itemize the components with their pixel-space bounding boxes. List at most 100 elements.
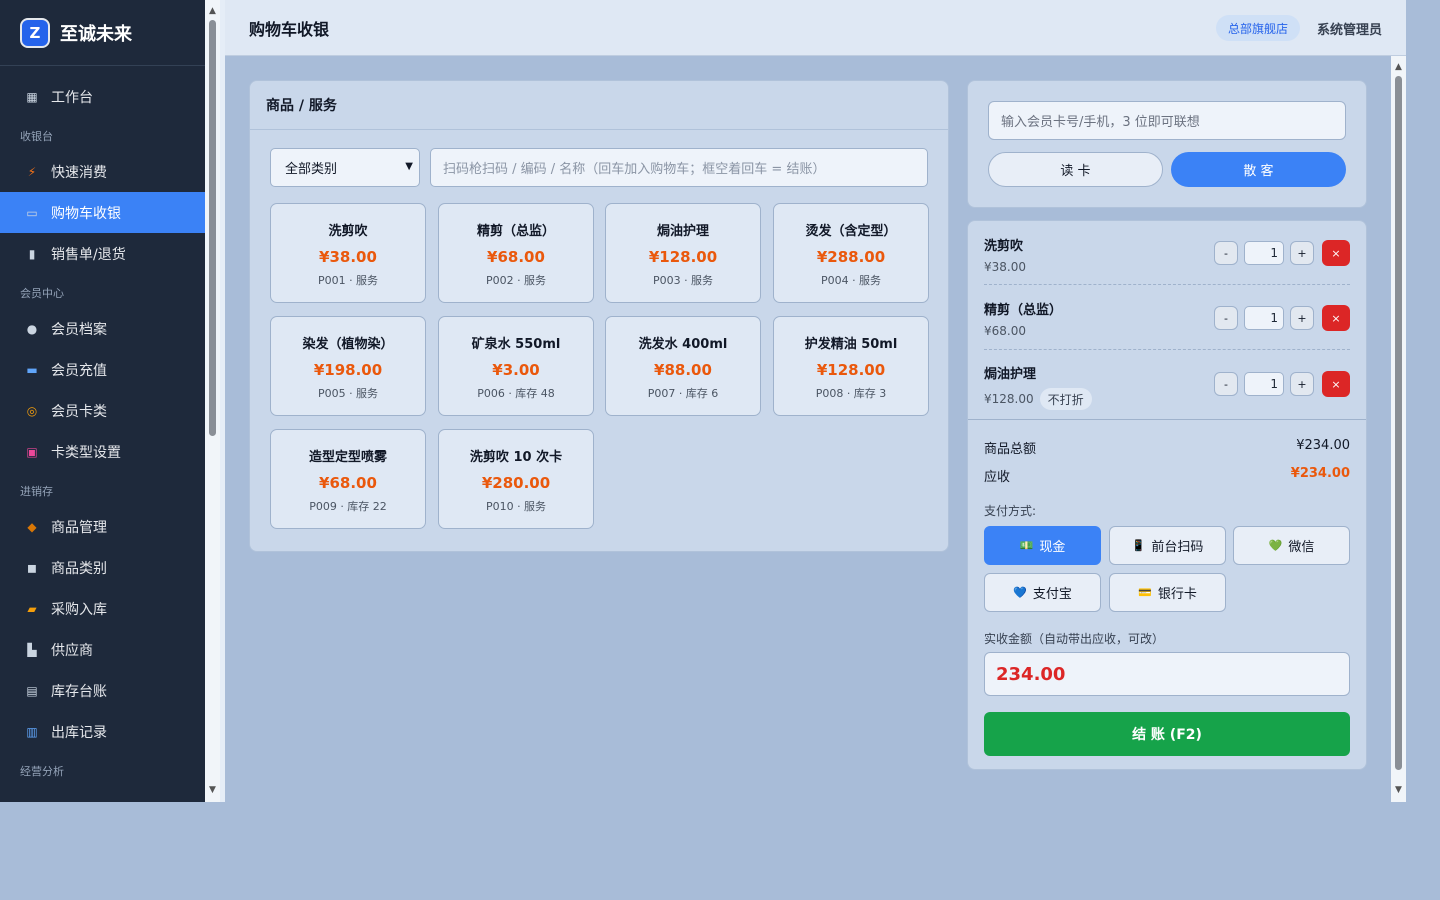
sidebar-item-label: 商品类别 [51,560,107,577]
sidebar-scrollbar[interactable]: ▲ ▼ [205,0,220,802]
divider [984,284,1350,285]
qty-input[interactable]: 1 [1244,372,1284,396]
scroll-up-arrow-icon[interactable]: ▲ [1391,60,1406,75]
pay-scan-button[interactable]: 📱 前台扫码 [1109,526,1226,565]
qty-input[interactable]: 1 [1244,306,1284,330]
page-title: 购物车收银 [249,19,330,39]
sidebar-item-label: 采购入库 [51,601,107,618]
sidebar-item-dashboard[interactable]: ▦ 工作台 [0,76,205,117]
sidebar-item-cart-checkout[interactable]: ▭ 购物车收银 [0,192,205,233]
product-meta: P007 · 库存 6 [647,387,719,400]
sidebar-item-sales-returns[interactable]: ▮ 销售单/退货 [0,233,205,274]
sidebar-item-member-profiles[interactable]: ● 会员档案 [0,308,205,349]
scroll-down-arrow-icon[interactable]: ▼ [205,783,220,798]
product-card[interactable]: 矿泉水 550ml ¥3.00 P006 · 库存 48 [438,316,594,416]
subtotal-label: 商品总额 [984,442,1037,457]
qty-minus-button[interactable]: - [1214,306,1238,330]
sidebar-item-card-types[interactable]: ▣ 卡类型设置 [0,431,205,472]
sidebar-item-member-recharge[interactable]: ▬ 会员充值 [0,349,205,390]
product-meta: P001 · 服务 [317,274,379,287]
product-meta: P009 · 库存 22 [309,500,387,513]
pay-alipay-button[interactable]: 💙 支付宝 [984,573,1101,612]
product-card[interactable]: 焗油护理 ¥128.00 P003 · 服务 [605,203,761,303]
product-card[interactable]: 烫发（含定型） ¥288.00 P004 · 服务 [773,203,929,303]
product-price: ¥38.00 [319,248,377,266]
sidebar-item-label: 会员卡类 [51,403,107,420]
sidebar-item-categories[interactable]: ◼ 商品类别 [0,547,205,588]
scroll-down-arrow-icon[interactable]: ▼ [1391,783,1406,798]
cart-item: 洗剪吹 ¥38.00 - 1 + × [984,235,1350,274]
divider [968,419,1366,420]
remove-item-button[interactable]: × [1322,371,1350,397]
remove-item-button[interactable]: × [1322,240,1350,266]
credit-card-icon: 💳 [1138,586,1152,599]
category-select-value: 全部类别 [285,162,338,177]
sidebar-item-outbound[interactable]: ▥ 出库记录 [0,711,205,752]
qty-plus-button[interactable]: + [1290,241,1314,265]
product-meta: P008 · 库存 3 [815,387,887,400]
product-card[interactable]: 洗发水 400ml ¥88.00 P007 · 库存 6 [605,316,761,416]
product-price: ¥280.00 [481,474,551,492]
qty-plus-button[interactable]: + [1290,306,1314,330]
keyboard-icon: ▭ [26,205,38,220]
sidebar-item-label: 会员档案 [51,321,107,338]
sidebar-item-stock-ledger[interactable]: ▤ 库存台账 [0,670,205,711]
sidebar-item-suppliers[interactable]: ▙ 供应商 [0,629,205,670]
product-search-input[interactable]: 扫码枪扫码 / 编码 / 名称（回车加入购物车；框空着回车 = 结账） [430,148,928,187]
read-card-button[interactable]: 读 卡 [988,152,1163,187]
sidebar-item-quick-consume[interactable]: ⚡ 快速消费 [0,151,205,192]
sidebar-item-member-cards[interactable]: ◎ 会员卡类 [0,390,205,431]
member-search-input[interactable]: 输入会员卡号/手机，3 位即可联想 [988,101,1346,140]
product-price: ¥128.00 [648,248,718,266]
product-price: ¥68.00 [319,474,377,492]
tag-icon: ◼ [27,560,37,575]
qty-input[interactable]: 1 [1244,241,1284,265]
receipt-icon: ▮ [28,246,36,261]
sidebar-item-products[interactable]: ◆ 商品管理 [0,506,205,547]
checkout-button[interactable]: 结 账 (F2) [984,712,1350,756]
scroll-up-arrow-icon[interactable]: ▲ [205,4,220,19]
product-card[interactable]: 洗剪吹 ¥38.00 P001 · 服务 [270,203,426,303]
product-name: 焗油护理 [656,224,709,239]
sidebar: Z 至诚未来 ▦ 工作台 收银台 ⚡ 快速消费 ▭ 购物车收银 ▮ 销售单/退货 会员中… [0,0,205,802]
sidebar-item-label: 供应商 [51,642,93,659]
sidebar-scroll-thumb[interactable] [209,20,216,436]
user-name[interactable]: 系统管理员 [1317,19,1382,38]
sidebar-item-label: 工作台 [51,89,93,106]
logo-icon: Z [20,17,50,48]
cart-item-price: ¥38.00 [984,260,1026,274]
sidebar-item-label: 会员充值 [51,362,107,379]
category-select[interactable]: 全部类别 ▼ [270,148,420,187]
due-label: 应收 [984,470,1011,485]
pay-cash-button[interactable]: 💵 现金 [984,526,1101,565]
qty-minus-button[interactable]: - [1214,241,1238,265]
product-card[interactable]: 造型定型喷雾 ¥68.00 P009 · 库存 22 [270,429,426,529]
sidebar-item-purchase-in[interactable]: ▰ 采购入库 [0,588,205,629]
product-price: ¥288.00 [816,248,886,266]
product-card[interactable]: 护发精油 50ml ¥128.00 P008 · 库存 3 [773,316,929,416]
qty-minus-button[interactable]: - [1214,372,1238,396]
remove-item-button[interactable]: × [1322,305,1350,331]
main-scrollbar[interactable]: ▲ ▼ [1391,56,1406,802]
product-card[interactable]: 洗剪吹 10 次卡 ¥280.00 P010 · 服务 [438,429,594,529]
product-name: 洗剪吹 [328,224,368,239]
main-scroll-thumb[interactable] [1395,76,1402,770]
header: 购物车收银 总部旗舰店 系统管理员 [225,0,1406,56]
sidebar-nav: ▦ 工作台 收银台 ⚡ 快速消费 ▭ 购物车收银 ▮ 销售单/退货 会员中心 ● 会员档案… [0,66,205,786]
member-panel: 输入会员卡号/手机，3 位即可联想 读 卡 散 客 [967,80,1367,208]
blue-heart-icon: 💙 [1013,586,1027,599]
store-badge[interactable]: 总部旗舰店 [1215,15,1300,41]
cart-item: 焗油护理 ¥128.00 不打折 - 1 + × [984,363,1350,410]
product-card[interactable]: 精剪（总监） ¥68.00 P002 · 服务 [438,203,594,303]
pay-bank-card-button[interactable]: 💳 银行卡 [1109,573,1226,612]
sidebar-item-label: 卡类型设置 [51,444,121,461]
medal-icon: ◎ [26,403,38,418]
pay-wechat-button[interactable]: 💚 微信 [1233,526,1350,565]
sidebar-item-label: 购物车收银 [51,205,121,222]
walk-in-button[interactable]: 散 客 [1171,152,1346,187]
received-amount-input[interactable]: 234.00 [984,652,1350,696]
qty-plus-button[interactable]: + [1290,372,1314,396]
phone-icon: 📱 [1131,539,1146,552]
due-row: 应收 ¥234.00 [984,466,1350,485]
product-card[interactable]: 染发（植物染） ¥198.00 P005 · 服务 [270,316,426,416]
